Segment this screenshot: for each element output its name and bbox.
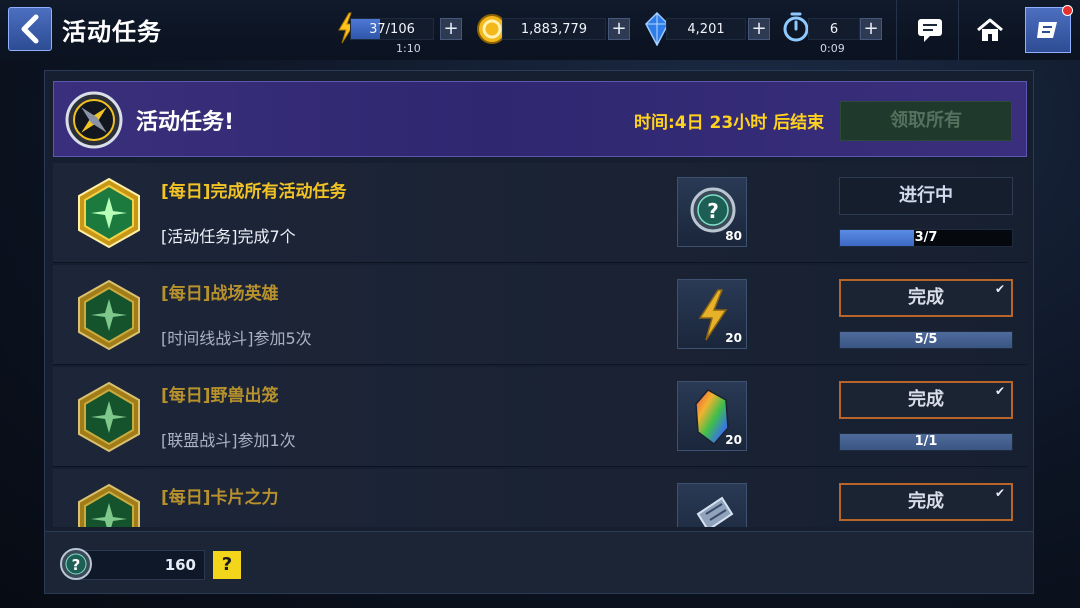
add-crystal-button[interactable]: + <box>748 18 770 40</box>
task-status-label: 完成 <box>908 491 944 512</box>
task-progress-bar: 1/1 <box>839 433 1013 451</box>
chat-button[interactable] <box>908 8 952 52</box>
card-pack-icon <box>696 496 734 527</box>
divider <box>958 0 959 60</box>
task-title: [每日]战场英雄 <box>161 284 279 304</box>
event-time-remaining: 时间:4日 23小时 后结束 <box>634 113 825 133</box>
task-row: [每日]战场英雄 [时间线战斗]参加5次 20 完成 ✔ 5/5 <box>53 265 1027 365</box>
task-progress-text: 3/7 <box>914 230 938 245</box>
reward-quantity: 80 <box>725 229 742 243</box>
task-progress-bar: 3/7 <box>839 229 1013 247</box>
chat-bubble-icon <box>918 19 942 42</box>
help-button[interactable]: ? <box>213 551 241 579</box>
event-banner: 活动任务! 时间:4日 23小时 后结束 领取所有 <box>53 81 1027 157</box>
checkmark-icon: ✔ <box>994 486 1005 500</box>
add-energy-button[interactable]: + <box>440 18 462 40</box>
add-ticket-button[interactable]: + <box>860 18 882 40</box>
reward-slot[interactable]: ? 80 <box>677 177 747 247</box>
task-complete-button[interactable]: 完成 ✔ <box>839 483 1013 521</box>
gold-resource: 1,883,779 + <box>476 14 632 44</box>
reward-slot[interactable]: 20 <box>677 381 747 451</box>
ticket-bar: 6 <box>808 18 860 40</box>
page-title: 活动任务 <box>62 18 162 46</box>
crystal-value: 4,201 <box>687 22 725 37</box>
stopwatch-icon <box>783 12 809 42</box>
task-row: [每日]野兽出笼 [联盟战斗]参加1次 20 完成 ✔ 1/1 <box>53 367 1027 467</box>
notification-dot <box>1062 5 1073 16</box>
crystal-bar: 4,201 <box>666 18 746 40</box>
home-button[interactable] <box>968 8 1012 52</box>
task-list[interactable]: [每日]完成所有活动任务 [活动任务]完成7个 ? 80 进行中 3/7 [每日… <box>53 163 1027 527</box>
energy-bar: 37/106 <box>350 18 434 40</box>
reward-slot[interactable] <box>677 483 747 527</box>
claim-all-button[interactable]: 领取所有 <box>840 101 1012 141</box>
banner-title: 活动任务! <box>136 110 235 135</box>
footer-bar: 160 ? ? <box>45 531 1033 593</box>
energy-resource: 37/106 + 1:10 <box>336 12 464 55</box>
energy-value: 37/106 <box>369 22 415 37</box>
reward-quantity: 20 <box>725 331 742 345</box>
chevron-left-icon <box>21 14 39 44</box>
task-row: [每日]完成所有活动任务 [活动任务]完成7个 ? 80 进行中 3/7 <box>53 163 1027 263</box>
checkmark-icon: ✔ <box>994 384 1005 398</box>
gold-bar: 1,883,779 <box>502 18 606 40</box>
side-menu-button[interactable] <box>1025 5 1073 53</box>
reward-slot[interactable]: 20 <box>677 279 747 349</box>
activity-token-counter: 160 <box>75 550 205 580</box>
task-description: [时间线战斗]参加5次 <box>161 329 312 348</box>
compass-emblem-icon <box>65 91 123 149</box>
task-description: [活动任务]完成7个 <box>161 227 296 246</box>
task-title: [每日]野兽出笼 <box>161 386 279 406</box>
activity-token-icon: ? <box>60 548 92 580</box>
reward-quantity: 20 <box>725 433 742 447</box>
task-complete-button[interactable]: 完成 ✔ <box>839 279 1013 317</box>
task-status-label: 完成 <box>908 389 944 410</box>
task-progress-text: 1/1 <box>914 434 938 449</box>
task-description: [联盟战斗]参加1次 <box>161 431 296 450</box>
svg-text:?: ? <box>72 556 81 574</box>
home-icon <box>977 18 1003 41</box>
ticket-value: 6 <box>829 22 839 37</box>
activity-task-panel: 活动任务! 时间:4日 23小时 后结束 领取所有 [每日]完成所有活动任务 [… <box>44 70 1034 594</box>
menu-card-icon <box>1037 22 1057 38</box>
task-status-button[interactable]: 进行中 <box>839 177 1013 215</box>
task-status-label: 完成 <box>908 287 944 308</box>
back-button[interactable] <box>8 7 52 51</box>
crystal-resource: 4,201 + <box>644 12 772 46</box>
top-bar: 活动任务 37/106 + 1:10 1,883,779 + 4,201 + 6… <box>0 0 1080 60</box>
svg-text:?: ? <box>707 199 719 223</box>
gold-compass-badge-icon <box>78 483 140 527</box>
task-title: [每日]完成所有活动任务 <box>161 182 347 202</box>
divider <box>896 0 897 60</box>
gold-compass-badge-icon <box>78 279 140 351</box>
checkmark-icon: ✔ <box>994 282 1005 296</box>
activity-token-value: 160 <box>164 556 196 574</box>
gold-compass-badge-icon <box>78 381 140 453</box>
gold-compass-badge-icon <box>78 177 140 249</box>
task-progress-bar: 5/5 <box>839 331 1013 349</box>
task-complete-button[interactable]: 完成 ✔ <box>839 381 1013 419</box>
task-title: [每日]卡片之力 <box>161 488 279 508</box>
add-gold-button[interactable]: + <box>608 18 630 40</box>
ticket-resource: 6 + 0:09 <box>782 12 886 55</box>
energy-timer: 1:10 <box>396 42 421 55</box>
task-row: [每日]卡片之力 完成 ✔ <box>53 469 1027 527</box>
gold-value: 1,883,779 <box>520 22 588 37</box>
task-progress-text: 5/5 <box>914 332 938 347</box>
ticket-timer: 0:09 <box>820 42 845 55</box>
